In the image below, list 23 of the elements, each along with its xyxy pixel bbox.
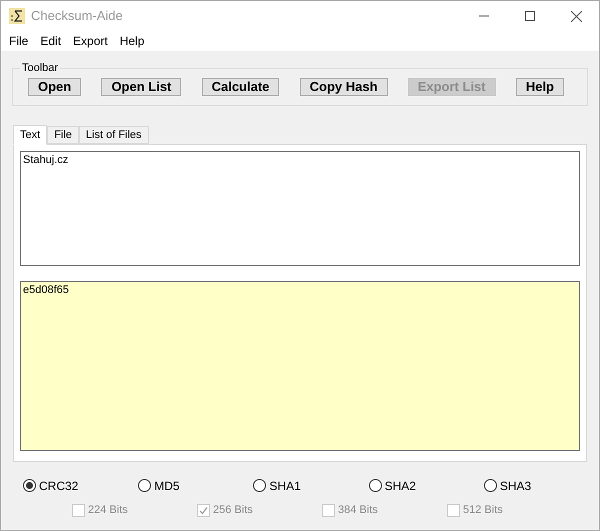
menu-item[interactable]: Edit (34, 32, 68, 50)
toolbar-button[interactable]: Open (28, 78, 82, 96)
toolbar-button[interactable]: Open List (101, 78, 182, 96)
toolbar-button[interactable]: Help (516, 78, 564, 96)
algorithm-radio[interactable]: MD5 (138, 477, 254, 494)
maximize-icon (525, 11, 535, 21)
close-icon (570, 10, 582, 22)
algorithm-radio[interactable]: SHA2 (368, 477, 484, 494)
hash-output-field[interactable]: e5d08f65 (20, 281, 580, 451)
toolbar-button[interactable]: Copy Hash (300, 78, 388, 96)
input-field[interactable]: Stahuj.cz (20, 151, 580, 266)
menu-item[interactable]: Help (114, 32, 150, 50)
window-title: Checksum-Aide (31, 7, 123, 26)
menu-item[interactable]: File (3, 32, 34, 50)
algorithm-radio[interactable]: SHA1 (253, 477, 369, 494)
tab[interactable]: Text (13, 125, 48, 145)
toolbar-button[interactable]: Calculate (202, 78, 280, 96)
algorithm-radio[interactable]: CRC32 (23, 477, 138, 494)
sigma-icon (9, 8, 25, 24)
tab[interactable]: File (47, 126, 79, 144)
tab[interactable]: List of Files (78, 126, 149, 144)
menu-item[interactable]: Export (67, 32, 114, 50)
algorithm-radio[interactable]: SHA3 (484, 477, 599, 494)
